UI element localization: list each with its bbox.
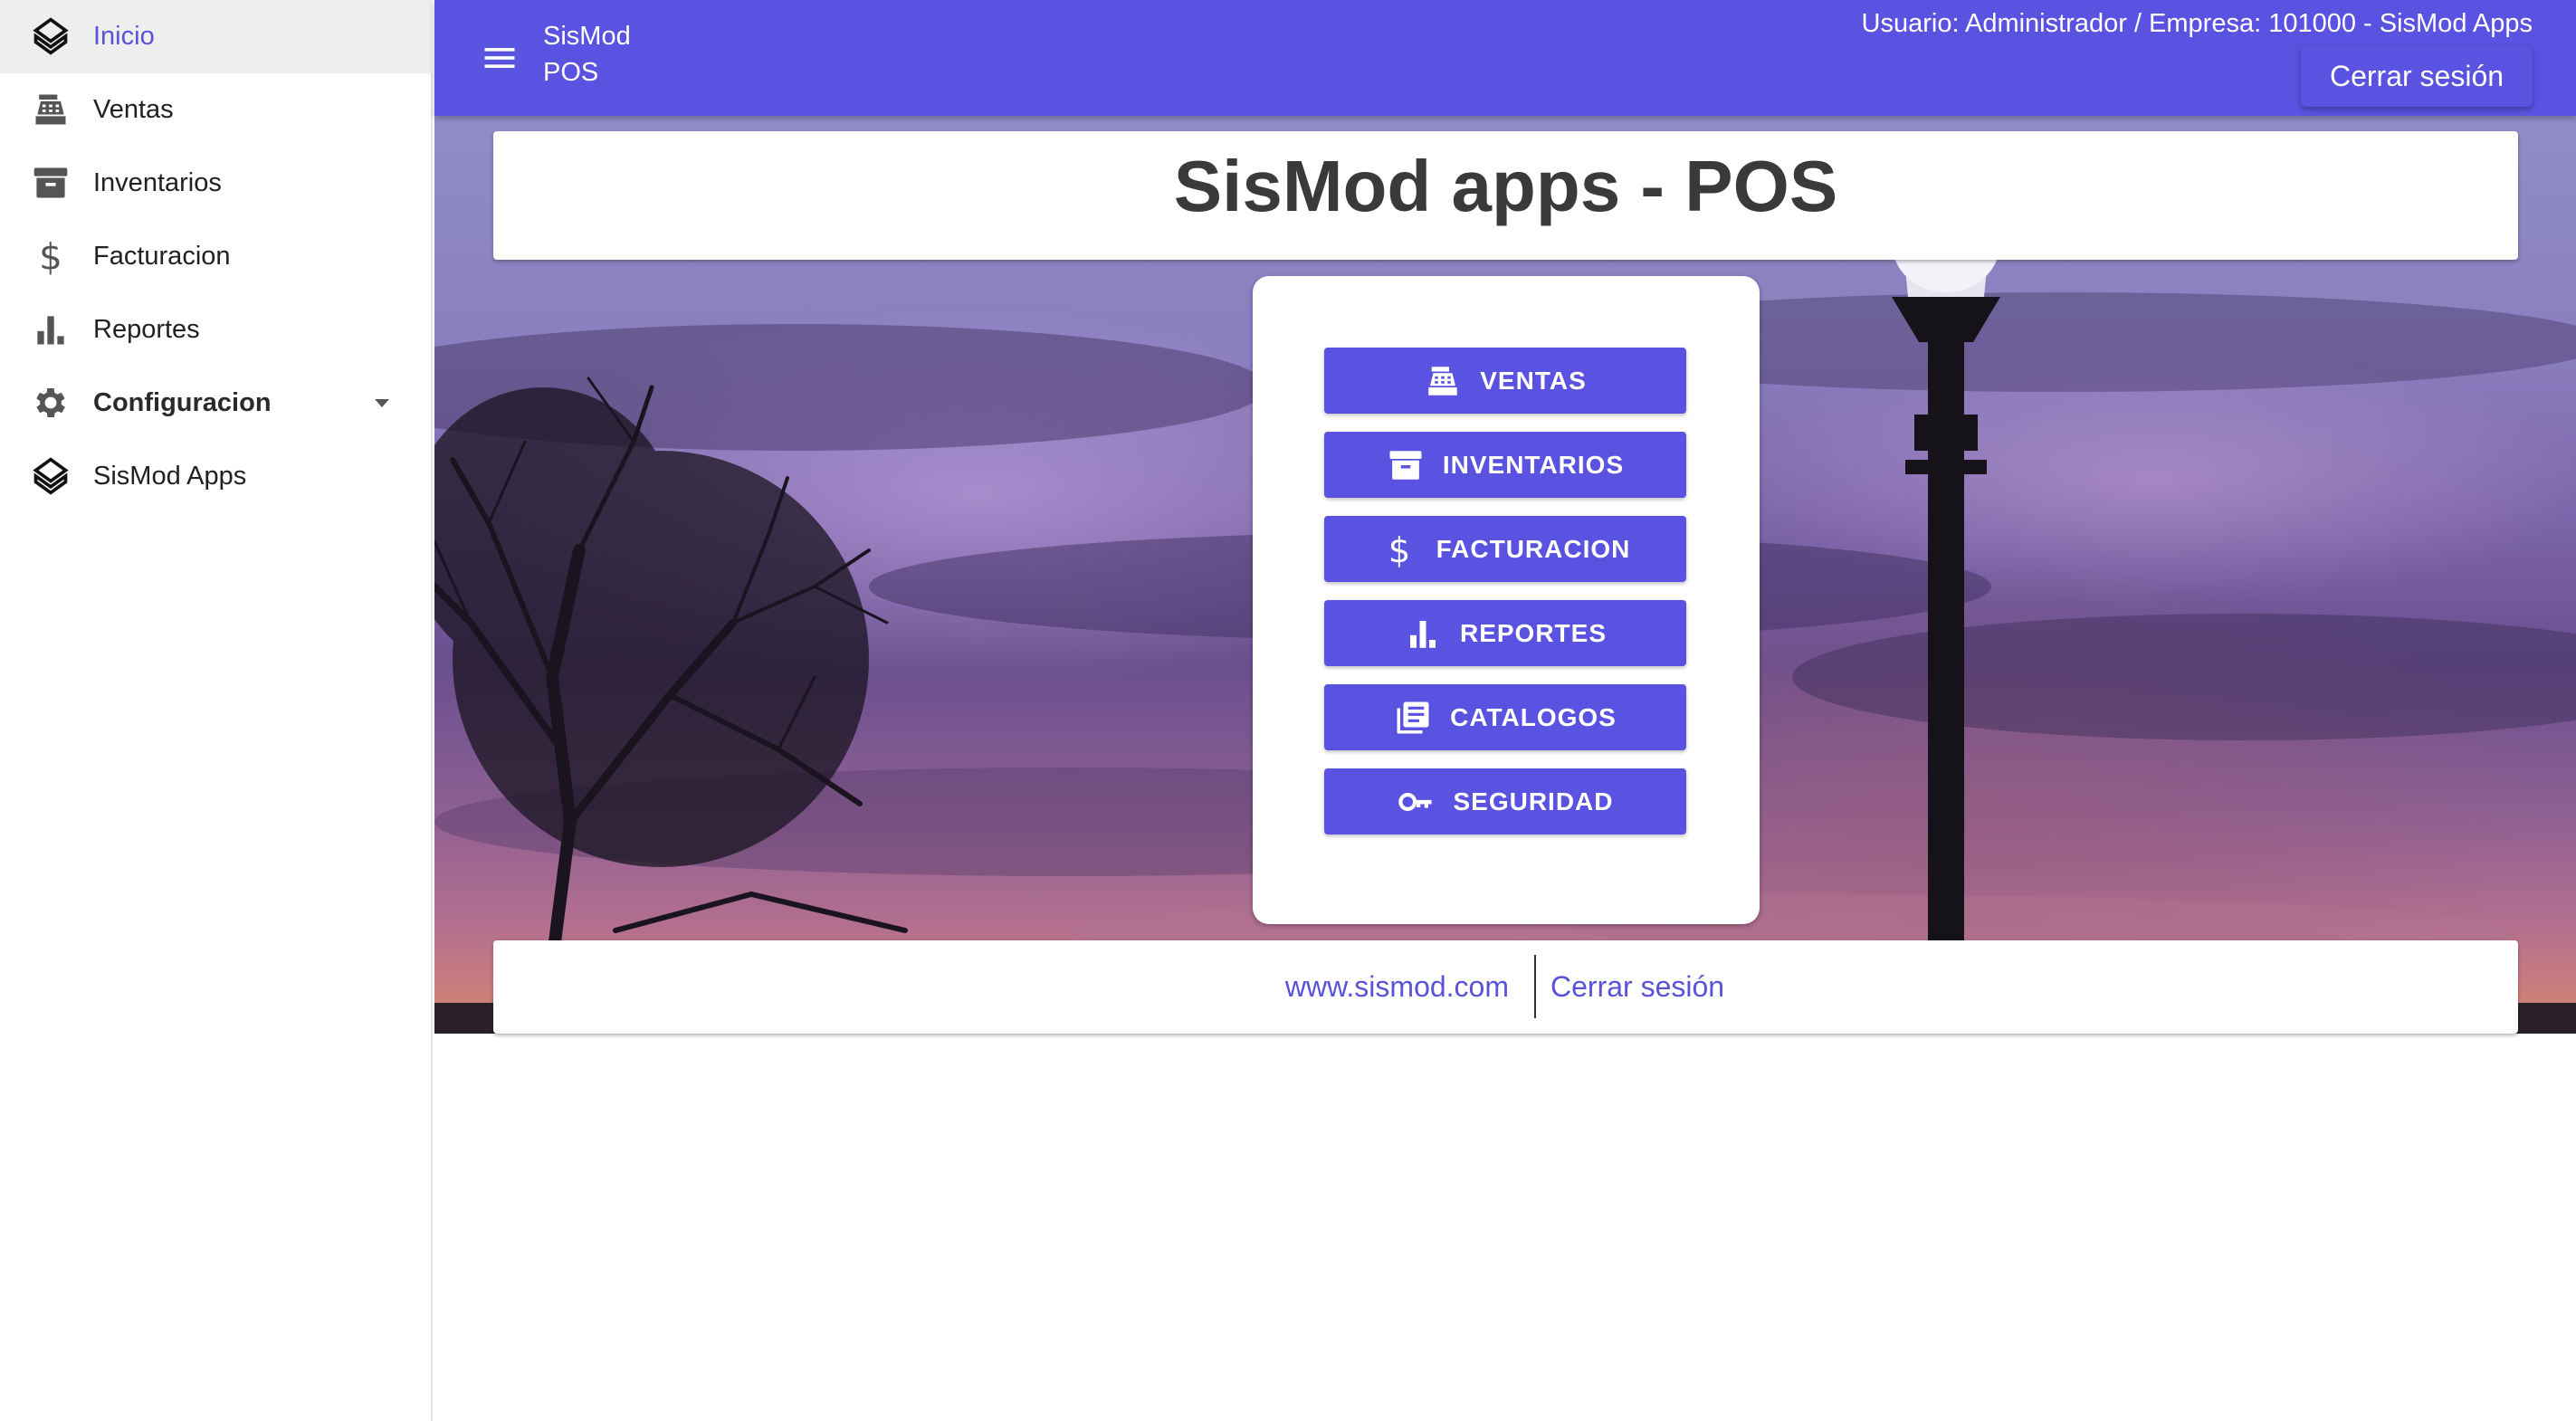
user-info: Usuario: Administrador / Empresa: 101000…: [1861, 9, 2533, 38]
button-label: REPORTES: [1459, 618, 1608, 647]
bar-chart-icon: [1404, 615, 1442, 653]
cash-register-icon: [1424, 362, 1462, 400]
sidebar-item-inventarios[interactable]: Inventarios: [0, 147, 433, 220]
inventarios-button[interactable]: INVENTARIOS: [1324, 432, 1686, 498]
brand-name: SisMod: [543, 22, 631, 51]
hamburger-menu-icon[interactable]: [480, 38, 520, 78]
button-label: CATALOGOS: [1450, 702, 1617, 731]
chevron-down-icon[interactable]: [369, 392, 395, 414]
reportes-button[interactable]: REPORTES: [1324, 600, 1686, 666]
archive-icon: [1387, 446, 1425, 484]
sidebar-item-ventas[interactable]: Ventas: [0, 73, 433, 147]
footer: www.sismod.com Cerrar sesión: [493, 940, 2518, 1034]
sidebar-item-inicio[interactable]: Inicio: [0, 0, 433, 73]
footer-logout-link[interactable]: Cerrar sesión: [1550, 940, 1724, 1034]
sidebar-item-label: Inicio: [93, 22, 155, 51]
archive-icon: [31, 163, 71, 203]
seguridad-button[interactable]: SEGURIDAD: [1324, 768, 1686, 834]
gear-icon: [31, 383, 71, 423]
dollar-icon: $: [31, 236, 71, 276]
sidebar-item-configuracion[interactable]: Configuracion: [0, 367, 433, 440]
page-title: SisMod apps - POS: [1173, 146, 1838, 226]
sismod-logo-icon: [31, 456, 71, 496]
title-card: SisMod apps - POS: [493, 131, 2518, 260]
button-label: INVENTARIOS: [1442, 450, 1625, 479]
sidebar-item-label: SisMod Apps: [93, 462, 247, 491]
ventas-button[interactable]: VENTAS: [1324, 348, 1686, 414]
footer-divider: [1534, 955, 1536, 1018]
sidebar: Inicio Ventas Inventarios $ Facturacion …: [0, 0, 433, 1421]
svg-text:$: $: [1388, 530, 1410, 568]
sidebar-item-sismod-apps[interactable]: SisMod Apps: [0, 440, 433, 513]
sidebar-item-label: Configuracion: [93, 388, 272, 417]
sismod-logo-icon: [31, 16, 71, 56]
logout-button[interactable]: Cerrar sesión: [2301, 45, 2533, 107]
button-label: VENTAS: [1480, 366, 1587, 395]
sidebar-item-label: Inventarios: [93, 168, 222, 197]
key-icon: [1397, 783, 1435, 821]
facturacion-button[interactable]: $ FACTURACION: [1324, 516, 1686, 582]
module-menu-card: VENTAS INVENTARIOS $ FACTURACION REPORTE…: [1253, 276, 1760, 924]
bar-chart-icon: [31, 310, 71, 349]
top-app-bar: SisMod POS Usuario: Administrador / Empr…: [434, 0, 2576, 116]
svg-text:$: $: [39, 236, 62, 276]
cash-register-icon: [31, 90, 71, 129]
catalogos-button[interactable]: CATALOGOS: [1324, 684, 1686, 750]
sidebar-item-label: Facturacion: [93, 242, 231, 271]
button-label: SEGURIDAD: [1453, 787, 1614, 815]
brand-subtitle: POS: [543, 58, 599, 87]
sidebar-item-facturacion[interactable]: $ Facturacion: [0, 220, 433, 293]
sidebar-item-label: Reportes: [93, 315, 200, 344]
button-label: FACTURACION: [1436, 534, 1631, 563]
sidebar-item-reportes[interactable]: Reportes: [0, 293, 433, 367]
library-books-icon: [1394, 699, 1432, 737]
website-link[interactable]: www.sismod.com: [1285, 940, 1509, 1034]
dollar-icon: $: [1380, 530, 1418, 568]
sidebar-item-label: Ventas: [93, 95, 174, 124]
